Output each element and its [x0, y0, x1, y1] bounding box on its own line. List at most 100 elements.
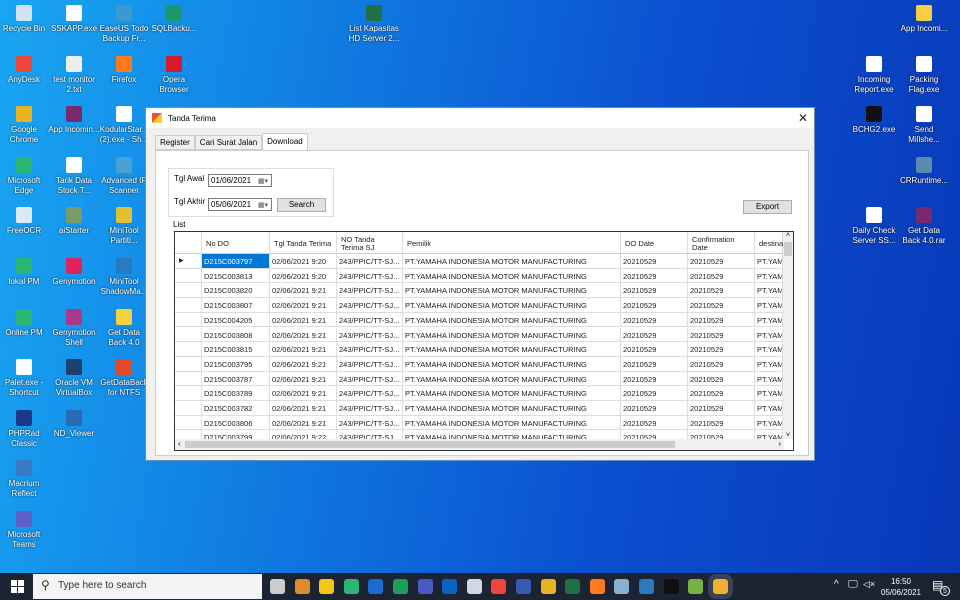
- task-view-icon[interactable]: [270, 579, 285, 594]
- column-header[interactable]: NO Tanda Terima SJ: [337, 232, 403, 254]
- table-cell[interactable]: PT.YAMAHA INDONESIA MOTOR MANUFACTURING: [403, 254, 621, 269]
- table-cell[interactable]: 20210529: [688, 371, 755, 387]
- anydesk-icon[interactable]: [491, 579, 507, 594]
- table-cell[interactable]: 02/06/2021 9:21: [270, 415, 337, 431]
- app-icon[interactable]: [614, 579, 630, 594]
- calendar-dropdown-icon[interactable]: ▦▾: [258, 177, 268, 185]
- column-header[interactable]: Confirmation Date: [688, 232, 755, 254]
- table-cell[interactable]: 02/06/2021 9:21: [270, 386, 337, 401]
- table-cell[interactable]: 243/PPIC/TT-SJ...: [337, 371, 403, 387]
- calendar-dropdown-icon[interactable]: ▦▾: [258, 201, 268, 209]
- table-cell[interactable]: 20210529: [688, 356, 755, 372]
- desktop-icon[interactable]: Oracle VM VirtualBox: [48, 355, 100, 398]
- desktop-icon[interactable]: Microsoft Edge: [0, 153, 50, 196]
- table-cell[interactable]: 20210529: [688, 401, 755, 416]
- desktop-icon[interactable]: GetDataBack for NTFS: [98, 355, 150, 398]
- row-header[interactable]: [175, 356, 202, 372]
- table-cell[interactable]: 20210529: [621, 327, 688, 343]
- table-cell[interactable]: D215C003807: [202, 298, 270, 313]
- app-icon[interactable]: [639, 579, 654, 594]
- desktop-icon[interactable]: MiniTool ShadowMa...: [98, 254, 150, 297]
- table-cell[interactable]: 20210529: [621, 298, 688, 313]
- desktop-icon[interactable]: Genymotion Shell: [48, 305, 100, 348]
- table-cell[interactable]: D215C003797: [202, 254, 270, 269]
- table-cell[interactable]: D215C003813: [202, 268, 270, 284]
- desktop-icon[interactable]: aiStarter: [48, 203, 100, 236]
- table-cell[interactable]: PT.YAM: [755, 283, 783, 299]
- table-cell[interactable]: 20210529: [688, 254, 755, 269]
- desktop-icon[interactable]: Tarik Data Stock T...: [48, 153, 100, 196]
- table-cell[interactable]: D215C003782: [202, 401, 270, 416]
- table-cell[interactable]: 20210529: [688, 283, 755, 299]
- table-cell[interactable]: 20210529: [621, 401, 688, 416]
- table-cell[interactable]: PT.YAM: [755, 415, 783, 431]
- desktop-icon[interactable]: SQLBacku...: [148, 1, 200, 34]
- table-cell[interactable]: PT.YAMAHA INDONESIA MOTOR MANUFACTURING: [403, 401, 621, 416]
- table-cell[interactable]: D215C003806: [202, 415, 270, 431]
- table-cell[interactable]: 243/PPIC/TT-SJ...: [337, 298, 403, 313]
- table-cell[interactable]: 02/06/2021 9:21: [270, 401, 337, 416]
- table-cell[interactable]: PT.YAM: [755, 342, 783, 357]
- column-header[interactable]: destina: [755, 232, 783, 254]
- app-icon[interactable]: [466, 579, 482, 594]
- table-cell[interactable]: 20210529: [621, 312, 688, 328]
- table-cell[interactable]: D215C004205: [202, 312, 270, 328]
- row-header[interactable]: [175, 298, 202, 313]
- desktop-icon[interactable]: Recycle Bin: [0, 1, 50, 34]
- desktop-icon[interactable]: Get Data Back 4.0: [98, 305, 150, 348]
- tab-cari-surat-jalan[interactable]: Cari Surat Jalan: [194, 135, 263, 150]
- table-cell[interactable]: 20210529: [621, 283, 688, 299]
- table-cell[interactable]: D215C003795: [202, 356, 270, 372]
- table-cell[interactable]: 20210529: [688, 386, 755, 401]
- row-header[interactable]: [175, 312, 202, 328]
- chrome-icon[interactable]: [540, 579, 556, 594]
- table-cell[interactable]: PT.YAM: [755, 254, 783, 269]
- table-cell[interactable]: PT.YAMAHA INDONESIA MOTOR MANUFACTURING: [403, 312, 621, 328]
- table-cell[interactable]: PT.YAM: [755, 268, 783, 284]
- tgl-akhir-picker[interactable]: 05/06/2021 ▦▾: [208, 198, 272, 211]
- table-cell[interactable]: 20210529: [688, 327, 755, 343]
- column-header[interactable]: DO Date: [621, 232, 688, 254]
- table-cell[interactable]: PT.YAM: [755, 371, 783, 387]
- table-cell[interactable]: 243/PPIC/TT-SJ...: [337, 386, 403, 401]
- table-cell[interactable]: 02/06/2021 9:21: [270, 312, 337, 328]
- table-cell[interactable]: PT.YAMAHA INDONESIA MOTOR MANUFACTURING: [403, 386, 621, 401]
- table-cell[interactable]: 20210529: [621, 356, 688, 372]
- file-explorer-icon[interactable]: [319, 579, 335, 594]
- excel-icon[interactable]: [565, 579, 581, 594]
- desktop-icon[interactable]: List Kapasitas HD Server 2...: [348, 1, 400, 44]
- desktop-icon[interactable]: Opera Browser: [148, 52, 200, 95]
- table-cell[interactable]: 02/06/2021 9:21: [270, 342, 337, 357]
- table-cell[interactable]: 02/06/2021 9:21: [270, 298, 337, 313]
- edge-icon[interactable]: [343, 579, 359, 594]
- table-cell[interactable]: 243/PPIC/TT-SJ...: [337, 268, 403, 284]
- search-button[interactable]: Search: [277, 198, 326, 212]
- desktop-icon[interactable]: CRRuntime...: [898, 153, 950, 186]
- row-header[interactable]: [175, 371, 202, 387]
- table-cell[interactable]: PT.YAMAHA INDONESIA MOTOR MANUFACTURING: [403, 371, 621, 387]
- desktop-icon[interactable]: FreeOCR: [0, 203, 50, 236]
- desktop-icon[interactable]: SSKAPP.exe: [48, 1, 100, 34]
- table-cell[interactable]: 243/PPIC/TT-SJ...: [337, 342, 403, 357]
- clock[interactable]: 16:50 05/06/2021: [880, 576, 922, 598]
- firefox-icon[interactable]: [589, 579, 605, 594]
- table-cell[interactable]: 20210529: [688, 415, 755, 431]
- outlook-icon[interactable]: [442, 579, 458, 594]
- table-cell[interactable]: PT.YAMAHA INDONESIA MOTOR MANUFACTURING: [403, 415, 621, 431]
- desktop-icon[interactable]: BCHG2.exe: [848, 102, 900, 135]
- desktop-icon[interactable]: Palet.exe - Shortcut: [0, 355, 50, 398]
- desktop-icon[interactable]: App Incomi...: [898, 1, 950, 34]
- desktop-icon[interactable]: Macrium Reflect: [0, 456, 50, 499]
- desktop-icon[interactable]: Daily Check Server SS...: [848, 203, 900, 246]
- table-cell[interactable]: PT.YAM: [755, 312, 783, 328]
- table-cell[interactable]: 20210529: [621, 342, 688, 357]
- table-cell[interactable]: PT.YAMAHA INDONESIA MOTOR MANUFACTURING: [403, 327, 621, 343]
- table-cell[interactable]: D215C003808: [202, 327, 270, 343]
- windows-start-icon[interactable]: [11, 580, 24, 593]
- tab-register[interactable]: Register: [155, 135, 195, 150]
- tab-download[interactable]: Download: [262, 133, 308, 150]
- desktop-icon[interactable]: Advanced IP Scanner: [98, 153, 150, 196]
- row-header[interactable]: [175, 268, 202, 284]
- table-cell[interactable]: PT.YAM: [755, 356, 783, 372]
- row-header[interactable]: ▶: [175, 254, 202, 269]
